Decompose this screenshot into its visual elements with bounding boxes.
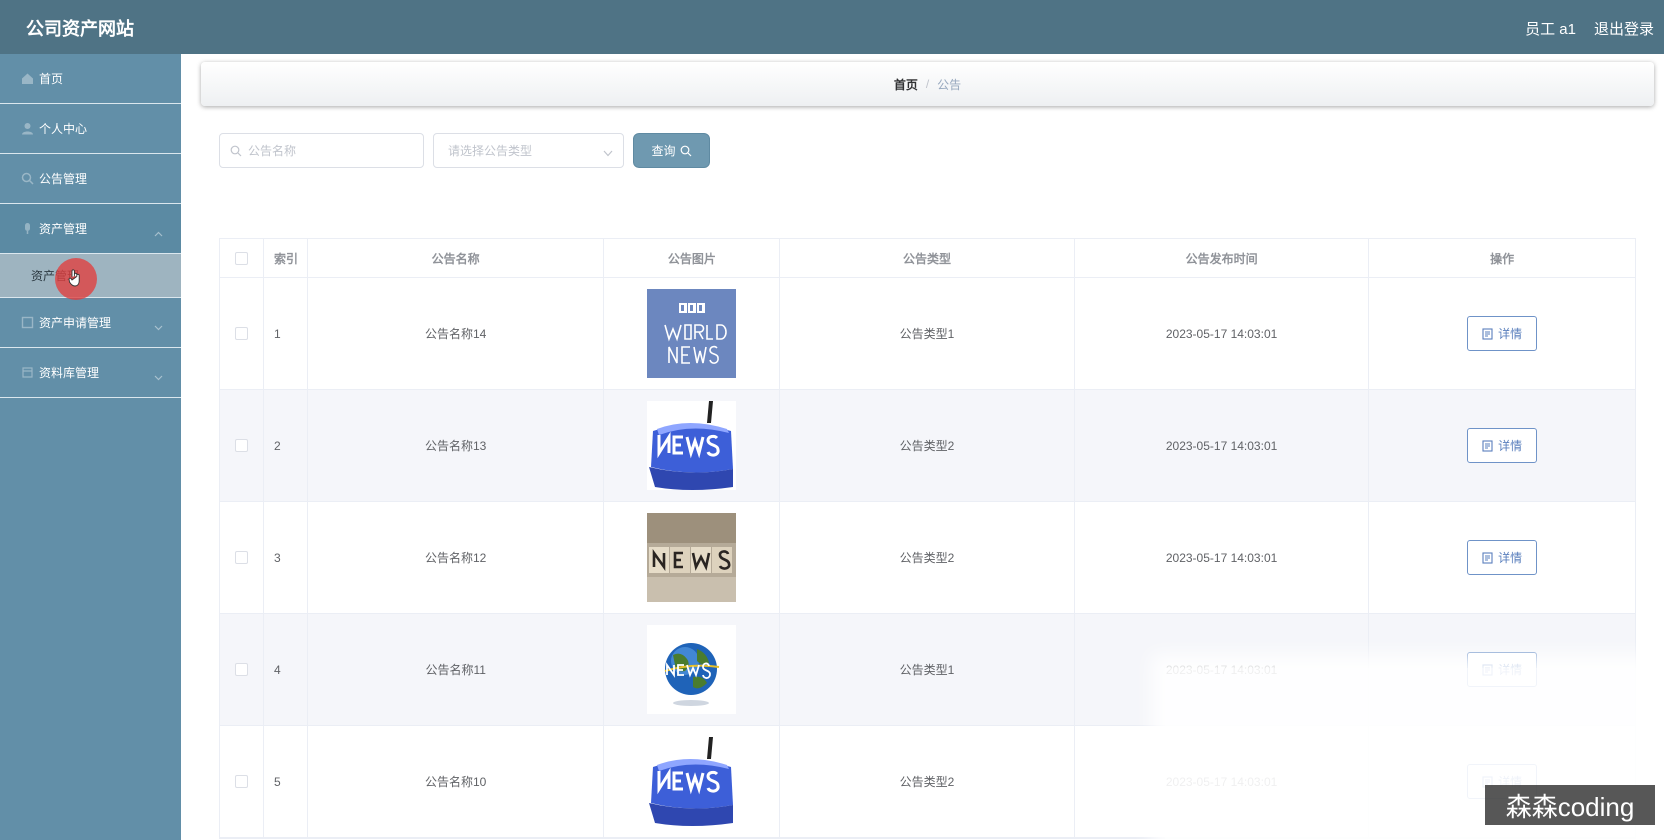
notice-type-select[interactable]: 请选择公告类型 bbox=[433, 133, 624, 168]
breadcrumb: 首页 / 公告 bbox=[201, 62, 1654, 106]
detail-button[interactable]: 详情 bbox=[1467, 428, 1538, 463]
chevron-down-icon bbox=[603, 146, 613, 160]
document-icon bbox=[1482, 439, 1493, 452]
sidebar-item-label: 资产申请管理 bbox=[39, 316, 112, 330]
row-checkbox[interactable] bbox=[234, 775, 248, 788]
user-icon bbox=[20, 122, 34, 136]
bbc-world-news-image bbox=[647, 289, 737, 378]
apply-icon bbox=[20, 316, 34, 330]
library-icon bbox=[20, 366, 34, 380]
sidebar-item-personal-center[interactable]: 个人中心 bbox=[0, 104, 181, 154]
chevron-up-icon bbox=[154, 226, 163, 240]
row-index: 2 bbox=[264, 390, 308, 501]
detail-button-label: 详情 bbox=[1498, 439, 1523, 453]
column-header-type: 公告类型 bbox=[780, 239, 1075, 277]
column-header-publish-time: 公告发布时间 bbox=[1075, 239, 1370, 277]
query-button-label: 查询 bbox=[651, 144, 676, 158]
row-notice-name: 公告名称10 bbox=[308, 726, 605, 837]
table-header-row: 索引 公告名称 公告图片 公告类型 公告发布时间 操作 bbox=[220, 239, 1635, 278]
detail-button[interactable]: 详情 bbox=[1467, 540, 1538, 575]
detail-button-label: 详情 bbox=[1498, 551, 1523, 565]
chevron-down-icon bbox=[154, 370, 163, 384]
news-globe-image bbox=[647, 625, 737, 714]
row-checkbox[interactable] bbox=[234, 663, 248, 676]
sidebar-item-label: 个人中心 bbox=[39, 122, 88, 136]
sidebar-item-label: 公告管理 bbox=[39, 172, 88, 186]
sidebar-item-label: 资料库管理 bbox=[39, 366, 100, 380]
sidebar-item-label: 首页 bbox=[39, 72, 64, 86]
chevron-down-icon bbox=[154, 320, 163, 334]
table-row: 1 公告名称14 公告类型1 2023-05-17 14:03:01 详情 bbox=[220, 278, 1635, 390]
notice-icon bbox=[20, 172, 34, 186]
site-title: 公司资产网站 bbox=[26, 19, 134, 39]
submenu-item-asset-management[interactable]: 资产管理 bbox=[0, 254, 181, 300]
detail-button-label: 详情 bbox=[1498, 327, 1523, 341]
row-notice-name: 公告名称11 bbox=[308, 614, 605, 725]
column-header-name: 公告名称 bbox=[308, 239, 605, 277]
row-index: 5 bbox=[264, 726, 308, 837]
notice-type-select-placeholder: 请选择公告类型 bbox=[448, 144, 533, 158]
column-header-image: 公告图片 bbox=[604, 239, 781, 277]
sidebar: 首页 个人中心 公告管理 资产管理 资产管理 资产申请管理 资料库管理 bbox=[0, 54, 181, 840]
row-notice-type: 公告类型1 bbox=[780, 278, 1075, 389]
query-button[interactable]: 查询 bbox=[633, 133, 710, 168]
row-checkbox[interactable] bbox=[234, 327, 248, 340]
watermark: 森森coding bbox=[1485, 785, 1655, 825]
row-notice-name: 公告名称14 bbox=[308, 278, 605, 389]
asset-icon bbox=[20, 222, 34, 236]
top-bar: 公司资产网站 员工 a1 退出登录 bbox=[0, 0, 1664, 54]
breadcrumb-home-link[interactable]: 首页 bbox=[894, 76, 918, 93]
hand-cursor-icon bbox=[68, 269, 82, 290]
column-header-actions: 操作 bbox=[1490, 251, 1515, 266]
row-publish-time: 2023-05-17 14:03:01 bbox=[1075, 502, 1370, 613]
search-icon bbox=[680, 145, 691, 156]
row-checkbox[interactable] bbox=[234, 439, 248, 452]
breadcrumb-separator: / bbox=[925, 77, 930, 91]
notice-name-search-input[interactable] bbox=[219, 133, 424, 168]
column-header-index: 索引 bbox=[264, 239, 308, 277]
news-key-image bbox=[647, 401, 737, 490]
news-key-image bbox=[647, 737, 737, 826]
row-notice-name: 公告名称12 bbox=[308, 502, 605, 613]
sidebar-item-label: 资产管理 bbox=[39, 222, 88, 236]
row-index: 3 bbox=[264, 502, 308, 613]
sidebar-item-asset-apply-management[interactable]: 资产申请管理 bbox=[0, 298, 181, 348]
logout-link[interactable]: 退出登录 bbox=[1594, 18, 1654, 39]
news-blocks-image bbox=[647, 513, 737, 602]
document-icon bbox=[1482, 327, 1493, 340]
select-all-checkbox[interactable] bbox=[234, 251, 248, 265]
row-notice-type: 公告类型2 bbox=[780, 502, 1075, 613]
row-notice-type: 公告类型1 bbox=[780, 614, 1075, 725]
row-publish-time: 2023-05-17 14:03:01 bbox=[1075, 390, 1370, 501]
table-row: 2 公告名称13 公告类型2 2023-05-17 14:03:01 详情 bbox=[220, 390, 1635, 502]
table-row: 3 公告名称12 公告类型2 2023-05-17 14:03:01 详情 bbox=[220, 502, 1635, 614]
current-user-label: 员工 a1 bbox=[1525, 21, 1576, 38]
row-index: 1 bbox=[264, 278, 308, 389]
sidebar-item-home[interactable]: 首页 bbox=[0, 54, 181, 104]
home-icon bbox=[20, 72, 34, 86]
row-checkbox[interactable] bbox=[234, 551, 248, 564]
row-notice-type: 公告类型2 bbox=[780, 390, 1075, 501]
document-icon bbox=[1482, 551, 1493, 564]
sidebar-item-notice-management[interactable]: 公告管理 bbox=[0, 154, 181, 204]
row-notice-type: 公告类型2 bbox=[780, 726, 1075, 837]
search-icon bbox=[230, 144, 242, 162]
detail-button[interactable]: 详情 bbox=[1467, 316, 1538, 351]
row-index: 4 bbox=[264, 614, 308, 725]
sidebar-item-asset-management[interactable]: 资产管理 bbox=[0, 204, 181, 254]
breadcrumb-current: 公告 bbox=[937, 77, 962, 92]
row-notice-name: 公告名称13 bbox=[308, 390, 605, 501]
sidebar-item-library-management[interactable]: 资料库管理 bbox=[0, 348, 181, 398]
row-publish-time: 2023-05-17 14:03:01 bbox=[1075, 278, 1370, 389]
